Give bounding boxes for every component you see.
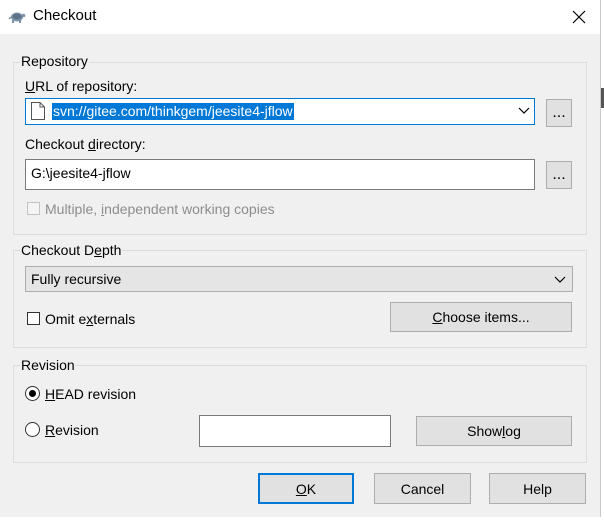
checkout-depth-group <box>13 250 587 348</box>
checkout-directory-value: G:\jeesite4-jflow <box>31 165 131 181</box>
checkout-directory-label: Checkout directory: <box>25 136 146 152</box>
close-icon <box>572 10 586 24</box>
title-bar: Checkout <box>0 0 600 34</box>
document-icon <box>31 102 45 120</box>
url-value[interactable]: svn://gitee.com/thinkgem/jeesite4-jflow <box>52 103 294 120</box>
window-title: Checkout <box>33 7 97 24</box>
close-button[interactable] <box>558 0 600 34</box>
choose-items-button[interactable]: Choose items... <box>390 302 572 332</box>
checkout-depth-title: Checkout Depth <box>20 242 123 258</box>
browse-directory-button[interactable]: ... <box>546 161 572 189</box>
multiple-copies-checkbox[interactable] <box>27 202 40 215</box>
depth-selected-value: Fully recursive <box>31 271 122 287</box>
revision-input[interactable] <box>199 415 391 447</box>
cancel-button[interactable]: Cancel <box>374 473 471 504</box>
checkout-dialog: Checkout Repository URL of repository: s… <box>0 0 601 517</box>
chevron-down-icon[interactable] <box>518 106 530 116</box>
browse-url-button[interactable]: ... <box>546 99 572 127</box>
radio-selected-dot <box>29 390 36 397</box>
revision-radio[interactable] <box>25 422 40 437</box>
ok-button[interactable]: OK <box>258 473 354 504</box>
show-log-button[interactable]: Show l og <box>416 416 572 446</box>
checkout-directory-input[interactable]: G:\jeesite4-jflow <box>25 159 535 190</box>
head-revision-label: HEAD revision <box>45 386 137 402</box>
chevron-down-icon <box>554 276 566 283</box>
url-label: URL of repository: <box>25 78 138 94</box>
repository-group-title: Repository <box>20 53 89 69</box>
url-combobox[interactable]: svn://gitee.com/thinkgem/jeesite4-jflow <box>25 98 535 125</box>
revision-group <box>13 365 587 463</box>
revision-group-title: Revision <box>20 357 76 373</box>
revision-label: Revision <box>45 422 99 438</box>
depth-select[interactable]: Fully recursive <box>25 266 573 292</box>
omit-externals-checkbox[interactable] <box>27 312 40 325</box>
head-revision-radio[interactable] <box>25 386 40 401</box>
tortoise-icon <box>8 12 26 23</box>
omit-externals-label: Omit externals <box>45 311 136 327</box>
multiple-copies-label: Multiple, independent working copies <box>45 201 275 217</box>
help-button[interactable]: Help <box>489 473 586 504</box>
